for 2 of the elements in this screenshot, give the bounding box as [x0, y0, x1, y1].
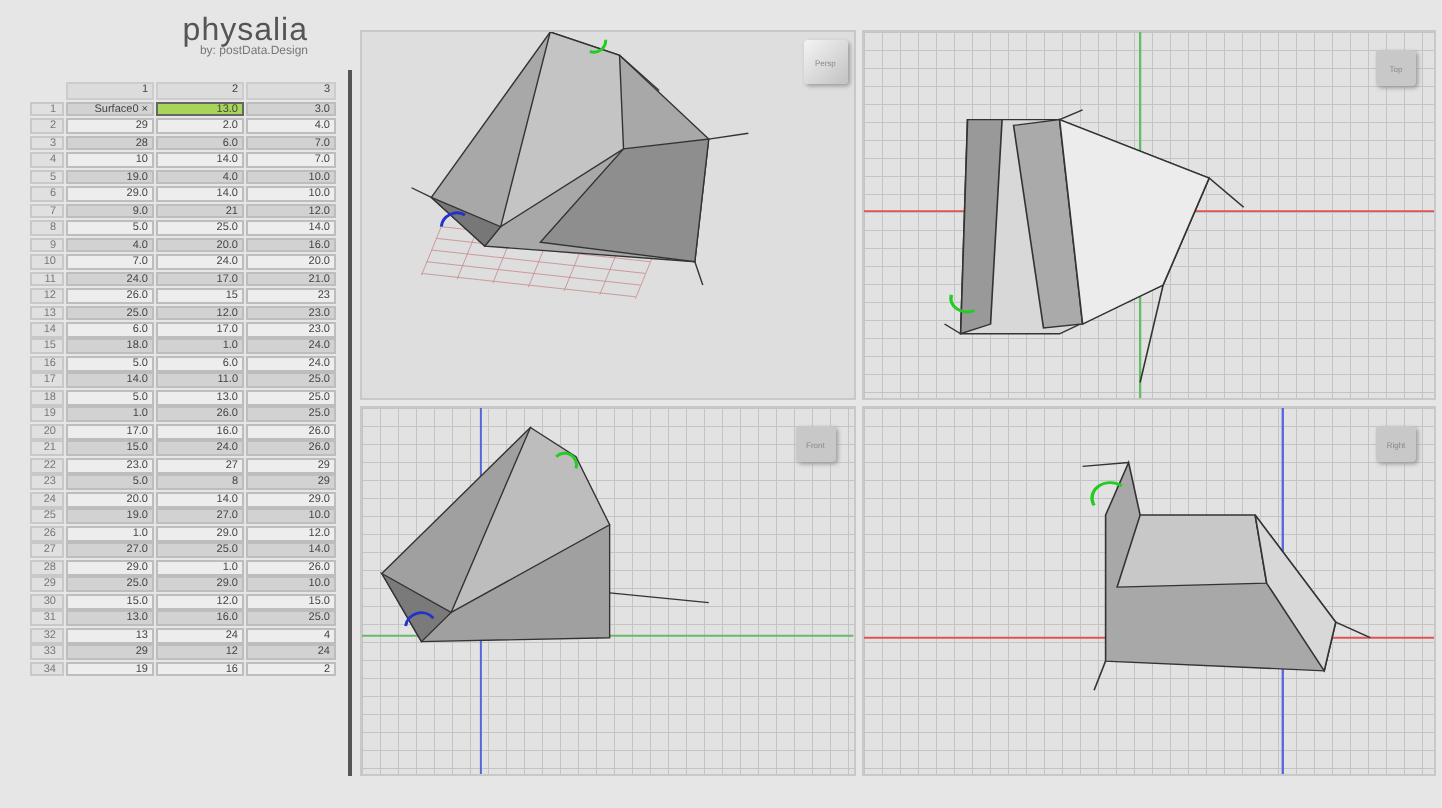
app-title: physalia	[182, 14, 308, 48]
scrollbar[interactable]	[348, 70, 352, 776]
